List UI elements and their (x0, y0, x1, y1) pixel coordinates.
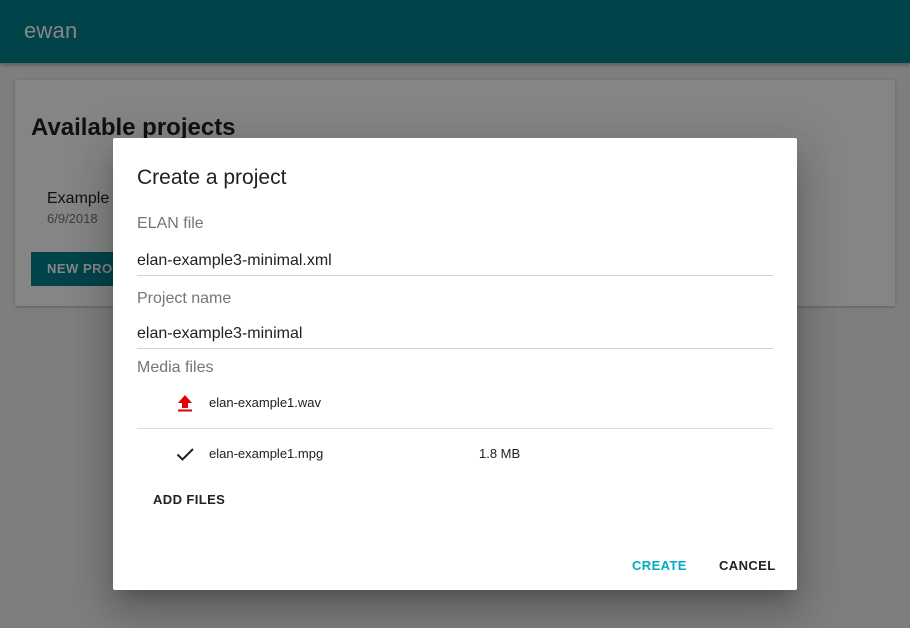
media-file-size: 1.8 MB (479, 446, 521, 461)
create-button[interactable]: CREATE (620, 550, 699, 581)
media-files-label: Media files (137, 359, 214, 376)
media-file-row: elan-example1.mpg 1.8 MB (137, 429, 773, 479)
elan-file-field[interactable]: elan-example3-minimal.xml (137, 252, 773, 276)
project-name-field[interactable]: elan-example3-minimal (137, 325, 773, 349)
project-name-label: Project name (137, 290, 232, 307)
upload-icon (175, 393, 195, 413)
add-files-button[interactable]: ADD FILES (141, 484, 237, 515)
media-file-row: elan-example1.wav (137, 378, 773, 428)
media-file-name: elan-example1.mpg (209, 446, 324, 461)
check-icon (175, 444, 195, 464)
create-project-dialog: Create a project ELAN file elan-example3… (113, 138, 797, 590)
dialog-title: Create a project (137, 166, 287, 189)
media-file-name: elan-example1.wav (209, 395, 322, 410)
elan-file-label: ELAN file (137, 215, 204, 232)
cancel-button[interactable]: CANCEL (707, 550, 788, 581)
